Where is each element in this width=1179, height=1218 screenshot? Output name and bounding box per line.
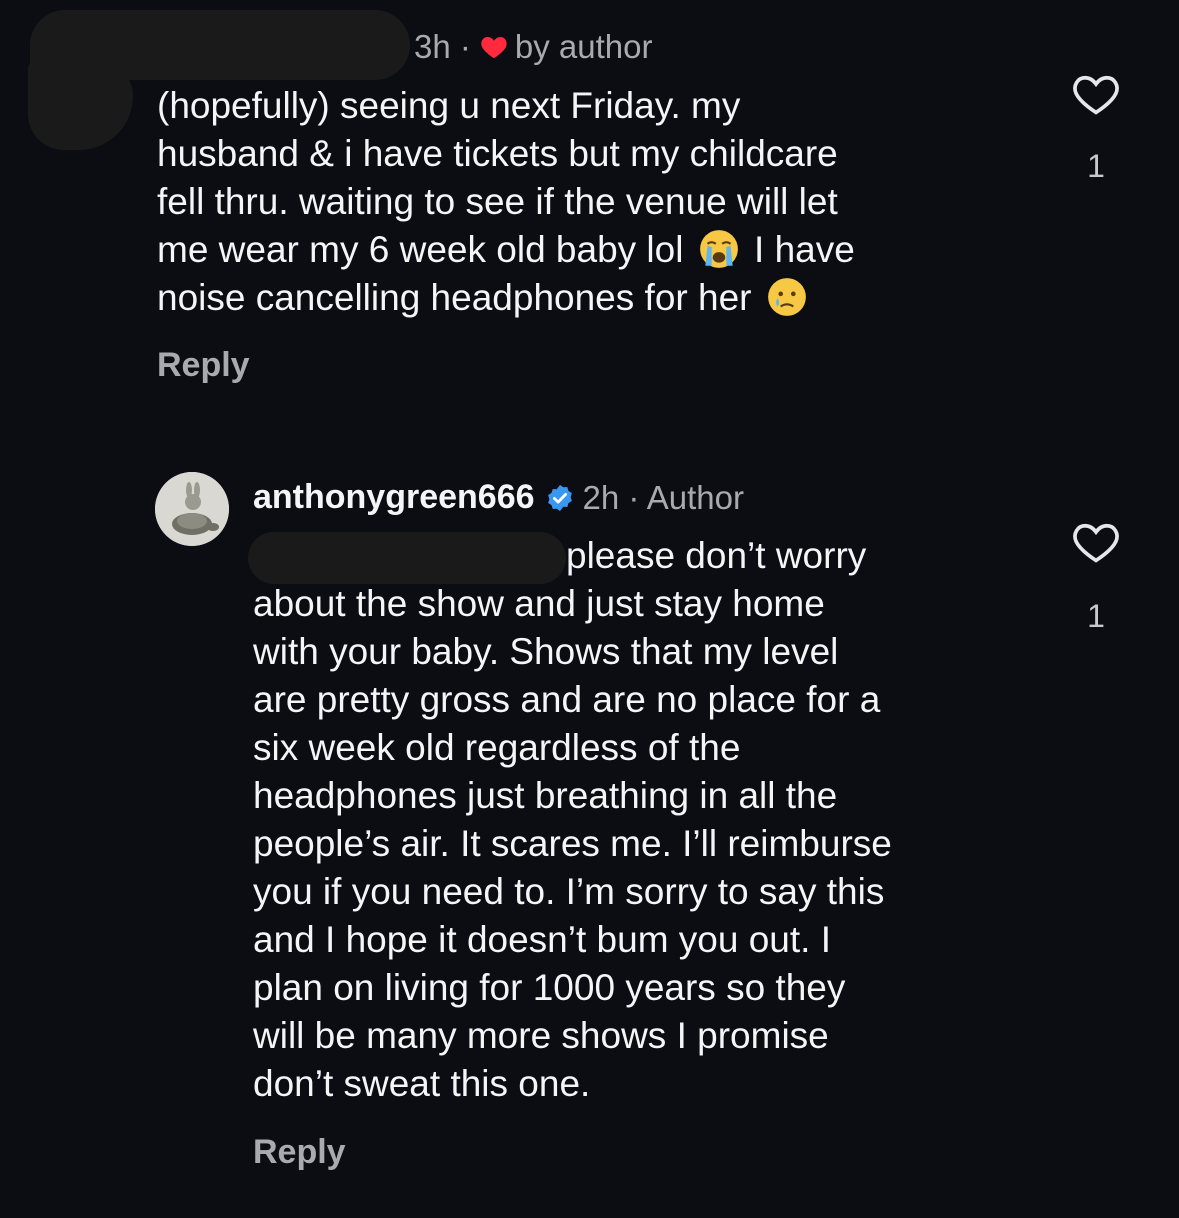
- comment2-line: headphones just breathing in all the: [253, 775, 838, 816]
- comment1-reply-button[interactable]: Reply: [157, 346, 250, 385]
- comment1-author-badge: by author: [514, 28, 653, 65]
- verified-badge-icon: [547, 484, 572, 511]
- comment1-line: noise cancelling headphones for her: [157, 274, 1037, 322]
- comment2-line: plan on living for 1000 years so they: [253, 967, 846, 1008]
- comment2-line: about the show and just stay home: [253, 583, 825, 624]
- heart-outline-icon[interactable]: [1070, 68, 1122, 120]
- crying-face-emoji: [699, 230, 738, 268]
- comment2-line: with your baby. Shows that my level: [253, 631, 839, 672]
- comment2-time: 2h · Author: [582, 478, 744, 516]
- redacted-avatar: [28, 60, 133, 150]
- comment2-username[interactable]: anthonygreen666: [253, 478, 535, 517]
- comment2-line: are pretty gross and are no place for a: [253, 679, 881, 720]
- tear-face-emoji: [767, 278, 806, 316]
- comment2-line: people’s air. It scares me. I’ll reimbur…: [253, 823, 892, 864]
- comment2-header: anthonygreen666 2h · Author: [253, 478, 744, 517]
- comment2-text: please don’t worry about the show and ju…: [253, 532, 1053, 1108]
- comment1-line: fell thru. waiting to see if the venue w…: [157, 181, 838, 222]
- comment2-line: don’t sweat this one.: [253, 1063, 591, 1104]
- comment1-line: husband & i have tickets but my childcar…: [157, 133, 838, 174]
- comment1-time: 3h ·: [414, 28, 471, 65]
- comment1-text: (hopefully) seeing u next Friday. my hus…: [157, 82, 1037, 322]
- comment1-line4-end: I have: [754, 229, 855, 270]
- comment1-line5: noise cancelling headphones for her: [157, 277, 752, 318]
- comment1-like-count: 1: [1087, 148, 1105, 184]
- comment2-line: will be many more shows I promise: [253, 1015, 829, 1056]
- comment2-line: please don’t worry: [566, 535, 867, 576]
- comment1-line: (hopefully) seeing u next Friday. my: [157, 85, 741, 126]
- comment2-line: six week old regardless of the: [253, 727, 741, 768]
- avatar-illustration: [155, 472, 229, 546]
- comment2-line: you if you need to. I’m sorry to say thi…: [253, 871, 885, 912]
- comment1-line4-start: me wear my 6 week old baby lol: [157, 229, 684, 270]
- comment2-reply-button[interactable]: Reply: [253, 1133, 346, 1172]
- comment2-line: and I hope it doesn’t bum you out. I: [253, 919, 831, 960]
- comment1-meta: 3h · by author: [414, 28, 652, 66]
- avatar[interactable]: [155, 472, 229, 546]
- heart-outline-icon[interactable]: [1070, 516, 1122, 568]
- red-heart-icon: [481, 37, 507, 59]
- comment2-like-count: 1: [1087, 598, 1105, 634]
- comment1-line: me wear my 6 week old baby lol I have: [157, 226, 1037, 274]
